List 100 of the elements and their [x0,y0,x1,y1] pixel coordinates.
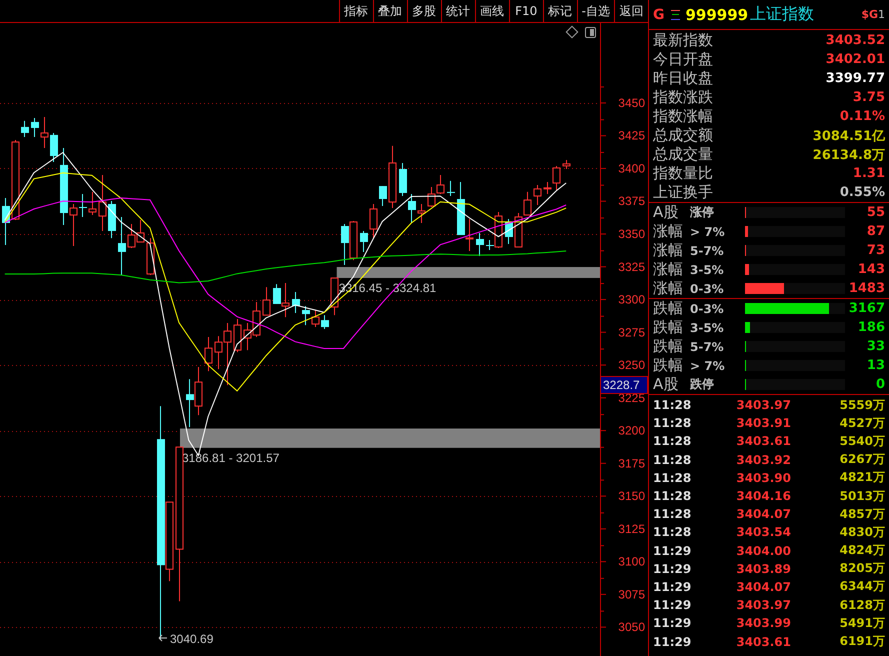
stat-label: 总成交额 [653,126,713,145]
breadth-count: 3167 [848,301,885,316]
y-axis-tick-label: 3400 [618,161,645,176]
stat-label: 总成交量 [653,145,713,164]
candlestick [388,145,396,209]
tick-time: 11:29 [653,616,692,630]
candlestick [562,159,570,170]
tick-volume: 4857万 [840,506,885,523]
tick-volume: 5491万 [840,614,885,632]
breadth-range: > 7% [690,358,726,372]
y-axis-tick-label: 3050 [618,620,645,634]
y-axis-tick-label: 3425 [618,128,645,143]
stat-value: 3402.01 [826,52,885,67]
candlestick [534,184,542,206]
candlestick [88,191,96,216]
diamond-icon[interactable] [566,26,578,38]
candlestick [70,204,78,247]
y-axis-tick-label: 3350 [618,227,645,241]
candlestick [118,216,126,276]
stat-value: 1.31 [852,166,885,181]
breadth-count: 13 [866,358,885,373]
y-axis-tick-label: 3300 [618,292,645,307]
breadth-count: 1483 [848,281,885,296]
candlestick [50,132,58,163]
tick-volume: 6344万 [840,578,885,596]
stat-value: 3403.52 [826,33,885,48]
breadth-range: 3-5% [690,320,725,334]
tick-time: 11:29 [653,598,692,612]
breadth-range: 跌停 [690,376,715,393]
menu-icon[interactable] [670,10,680,20]
stat-label: 指数涨跌 [653,88,713,107]
breadth-label: 涨幅 [653,260,684,279]
tick-price: 3403.54 [735,525,791,540]
candlestick [234,318,242,353]
stock-code: 999999 [686,6,748,24]
tick-volume: 4527万 [840,414,885,432]
tick-price: 3403.99 [735,616,791,630]
candlestick [40,116,48,149]
tick-price: 3404.00 [735,544,791,558]
tick-volume: 4830万 [840,524,885,541]
tick-time: 11:28 [653,452,692,467]
index-name: 上证指数 [750,4,814,25]
y-axis-tick-label: 3250 [618,358,645,372]
candlestick [204,336,212,372]
tick-time: 11:28 [653,470,692,485]
breadth-range: 3-5% [690,262,725,276]
candlestick [476,232,484,257]
stat-label: 指数涨幅 [653,107,713,126]
breadth-count: 143 [858,262,885,277]
breadth-count: 186 [858,320,885,335]
stat-value: 0.55% [840,185,885,200]
stat-value: 26134.8万 [812,146,885,164]
breadth-label: A股 [653,203,680,222]
tick-volume: 5540万 [840,432,885,450]
tick-time: 11:28 [653,398,692,412]
candlestick [262,286,270,316]
candlestick [146,238,154,276]
breadth-range: > 7% [690,224,726,238]
market-letter: G [653,6,664,22]
tick-time: 11:28 [653,489,692,504]
tick-price: 3404.07 [735,580,791,594]
breadth-label: 涨幅 [653,222,684,241]
candlestick [21,120,29,138]
tick-price: 3403.97 [735,398,791,412]
candlestick [360,230,368,252]
gap-range-label: 3186.81 - 3201.57 [182,450,280,465]
breadth-count: 87 [866,224,885,239]
breadth-label: 跌幅 [653,299,684,318]
breadth-range: 5-7% [690,244,725,258]
breadth-label: 跌幅 [653,318,684,337]
candlestick [312,310,320,328]
candlestick [98,174,106,232]
current-price-tag: 3228.7 [600,376,648,394]
tick-price: 3403.61 [735,634,791,649]
market-code-suffix: 1 [878,8,885,21]
tick-volume: 6267万 [840,451,885,468]
tick-price: 3404.16 [735,489,791,504]
stat-value: 3084.51亿 [812,128,885,144]
stat-label: 上证换手 [653,183,713,202]
candlestick [418,204,426,224]
tick-volume: 5013万 [840,488,885,505]
candlestick [505,218,513,244]
panel-toggle-icon[interactable] [585,27,596,38]
y-axis-tick-label: 3275 [618,325,645,340]
stat-label: 今日开盘 [653,50,713,69]
tick-price: 3404.07 [735,507,791,522]
breadth-count: 55 [866,205,885,220]
stat-value: 0.11% [840,109,885,124]
tick-time: 11:28 [653,434,692,448]
stat-label: 指数量比 [653,164,713,183]
stat-label: 昨日收盘 [653,69,713,88]
y-axis-tick-label: 3325 [618,260,645,274]
tick-volume: 6191万 [840,633,885,650]
tick-price: 3403.90 [735,470,791,485]
y-axis-tick-label: 3100 [618,554,645,569]
candlestick [2,197,10,246]
y-axis-tick-label: 3450 [618,96,645,110]
tick-time: 11:29 [653,580,692,594]
tick-time: 11:28 [653,416,692,430]
breadth-range: 5-7% [690,340,725,354]
